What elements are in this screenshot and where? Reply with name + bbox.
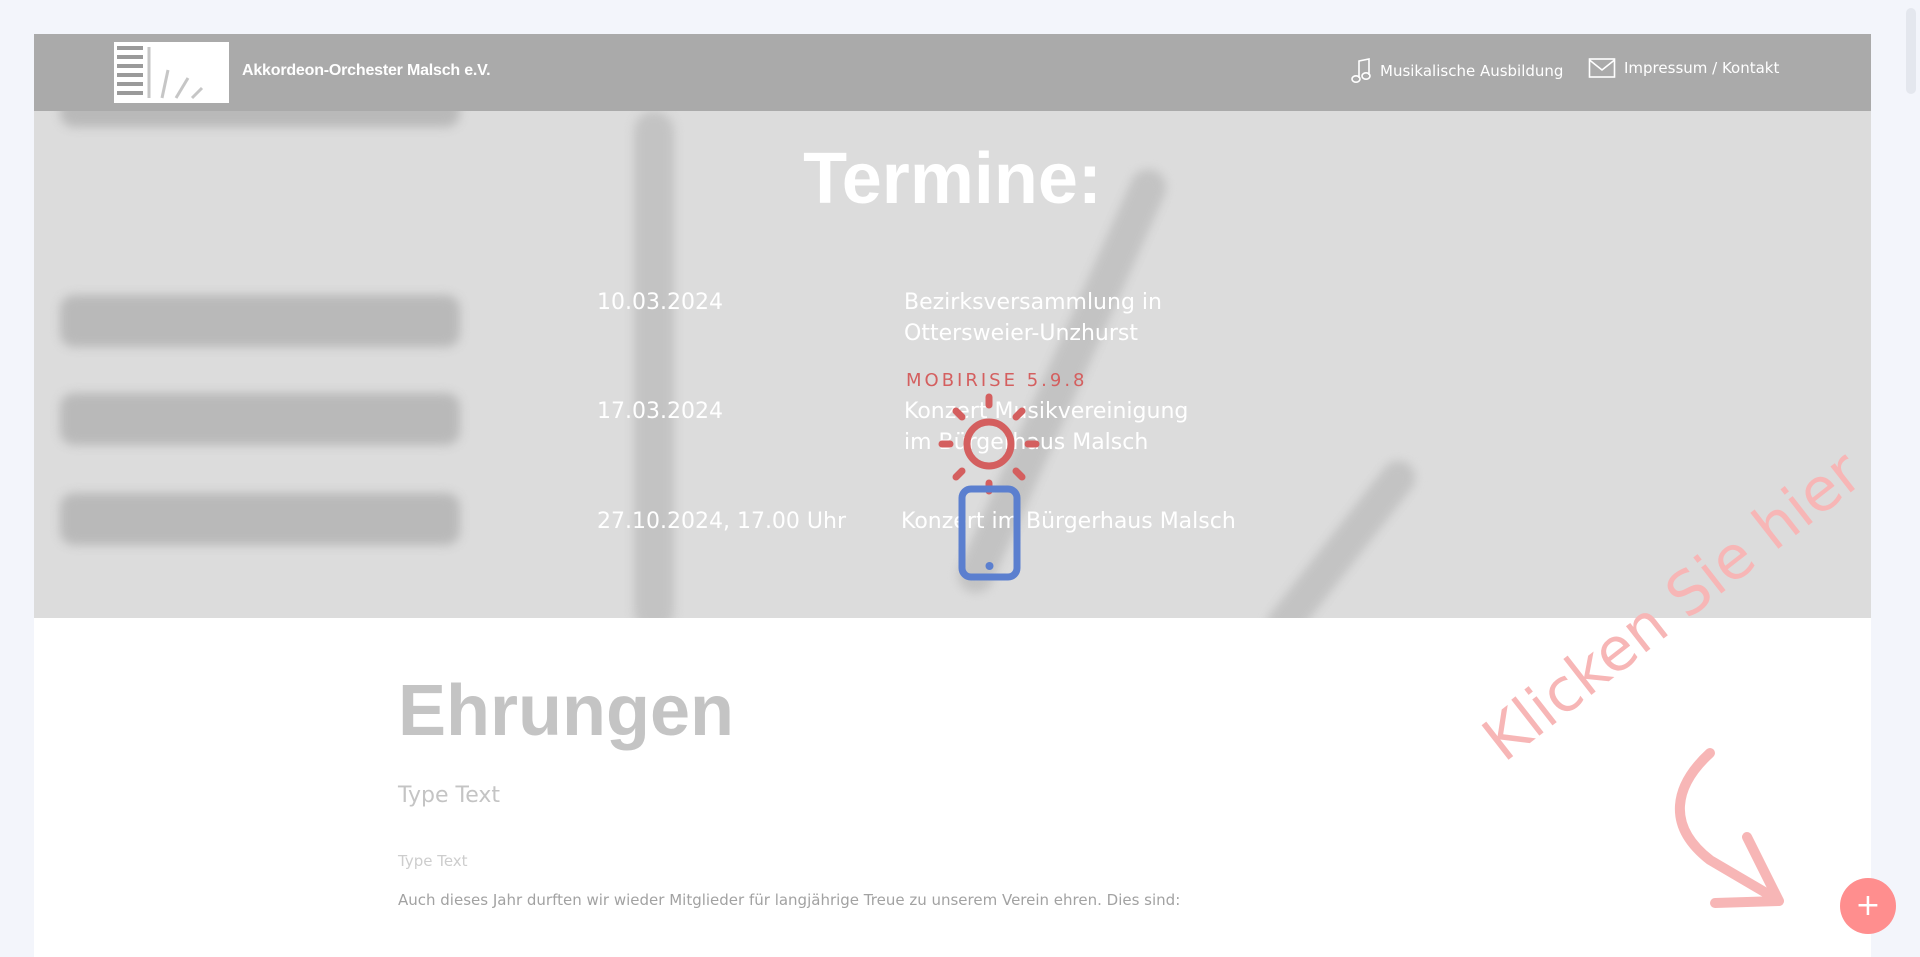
- section-title: Ehrungen: [398, 671, 734, 751]
- nav-link-label: Impressum / Kontakt: [1624, 59, 1780, 77]
- scrollbar-thumb[interactable]: [1906, 8, 1916, 94]
- section-paragraph: Auch dieses Jahr durften wir wieder Mitg…: [398, 891, 1181, 909]
- nav-link-label: Musikalische Ausbildung: [1380, 62, 1564, 80]
- curved-arrow-icon: [1674, 748, 1784, 908]
- logo-keys-graphic: [117, 46, 143, 100]
- navbar: Akkordeon-Orchester Malsch e.V. Musikali…: [34, 34, 1871, 111]
- background-blur-shape: [60, 493, 460, 545]
- brand-name[interactable]: Akkordeon-Orchester Malsch e.V.: [242, 62, 491, 80]
- site-logo[interactable]: [114, 42, 229, 103]
- event-date: 17.03.2024: [597, 399, 723, 424]
- background-blur-shape: [60, 295, 460, 347]
- section-subtitle: Type Text: [398, 783, 501, 808]
- hero-title: Termine:: [803, 139, 1102, 219]
- watermark-label: MOBIRISE 5.9.8: [906, 370, 1088, 391]
- event-date: 27.10.2024, 17.00 Uhr: [597, 509, 847, 534]
- background-blur-shape: [60, 111, 460, 127]
- section-small-text: Type Text: [398, 852, 468, 870]
- logo-fan-graphic: [147, 47, 204, 100]
- mobirise-watermark-icon: [938, 393, 1040, 581]
- music-note-icon: [1350, 57, 1372, 85]
- nav-link-impressum-kontakt[interactable]: Impressum / Kontakt: [1588, 57, 1779, 79]
- event-description: Bezirksversammlung in Ottersweier-Unzhur…: [904, 290, 1162, 346]
- add-block-button[interactable]: +: [1840, 878, 1896, 934]
- event-date: 10.03.2024: [597, 290, 723, 315]
- scrollbar-track[interactable]: [1904, 0, 1920, 957]
- page-canvas: Akkordeon-Orchester Malsch e.V. Musikali…: [34, 34, 1871, 957]
- nav-link-musikalische-ausbildung[interactable]: Musikalische Ausbildung: [1350, 57, 1563, 85]
- envelope-icon: [1588, 57, 1616, 79]
- background-blur-shape: [60, 393, 460, 445]
